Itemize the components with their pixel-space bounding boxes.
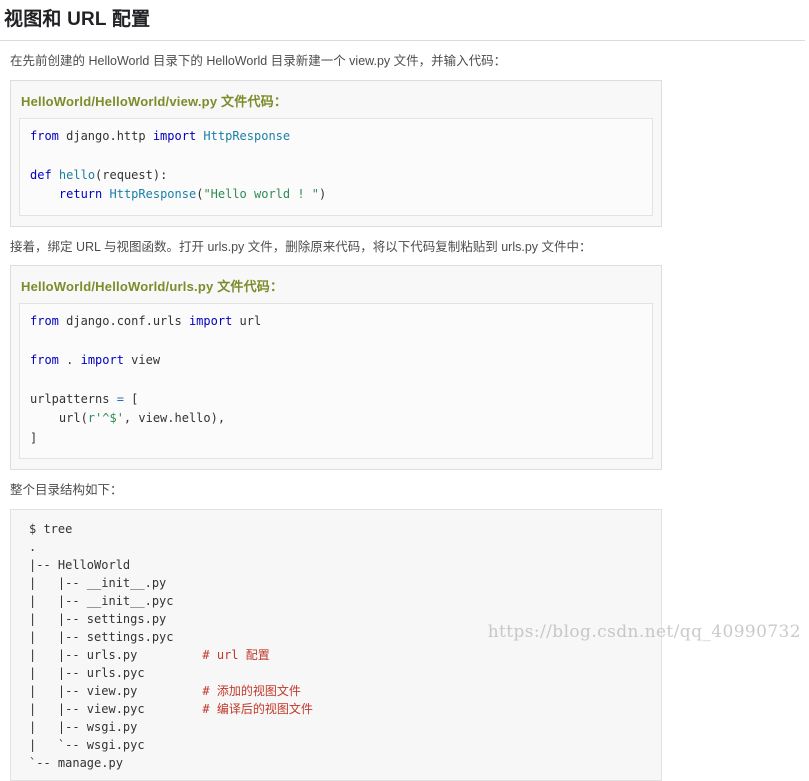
urls-code-block: HelloWorld/HelloWorld/urls.py 文件代码： from…	[10, 265, 662, 471]
tree-line: | |-- settings.py	[29, 612, 167, 627]
tree-line: |-- HelloWorld	[29, 558, 131, 573]
middle-paragraph: 接着，绑定 URL 与视图函数。打开 urls.py 文件，删除原来代码，将以下…	[10, 239, 592, 254]
urls-code-heading: HelloWorld/HelloWorld/urls.py 文件代码：	[21, 279, 284, 295]
tree-line-comment: # 添加的视图文件	[202, 684, 301, 699]
tree-paragraph: 整个目录结构如下：	[10, 483, 123, 498]
tree-line: | |-- view.py # 添加的视图文件	[29, 684, 301, 699]
document-page: 视图和 URL 配置 在先前创建的 HelloWorld 目录下的 HelloW…	[0, 0, 809, 781]
tree-line: | |-- __init__.pyc	[29, 594, 174, 609]
tree-line: | |-- settings.pyc	[29, 630, 174, 645]
urls-code-inner: from django.conf.urls import url from . …	[19, 303, 653, 460]
urls-code-text: from django.conf.urls import url from . …	[30, 314, 262, 445]
document-content: 在先前创建的 HelloWorld 目录下的 HelloWorld 目录新建一个…	[0, 41, 662, 781]
tree-output-text: $ tree. |-- HelloWorld | |-- __init__.py | …	[11, 520, 661, 772]
tree-line: `-- manage.py	[29, 756, 123, 771]
tree-line: | |-- __init__.py	[29, 576, 167, 591]
tree-line-comment: # url 配置	[202, 648, 270, 663]
tree-line: | |-- wsgi.py	[29, 720, 138, 735]
tree-output-block: $ tree. |-- HelloWorld | |-- __init__.py | …	[10, 509, 662, 781]
tree-line: $ tree	[29, 522, 73, 537]
view-code-text: from django.http import HttpResponse def…	[30, 128, 327, 202]
view-code-block: HelloWorld/HelloWorld/view.py 文件代码： from…	[10, 79, 662, 227]
tree-line: | |-- urls.py # url 配置	[29, 648, 270, 663]
page-title: 视图和 URL 配置	[4, 9, 151, 30]
tree-line-comment: # 编译后的视图文件	[202, 702, 313, 717]
tree-line: | |-- view.pyc # 编译后的视图文件	[29, 702, 313, 717]
tree-line: .	[29, 540, 37, 555]
tree-line: | `-- wsgi.pyc	[29, 738, 145, 753]
view-code-heading: HelloWorld/HelloWorld/view.py 文件代码：	[21, 93, 288, 109]
tree-line: | |-- urls.pyc	[29, 666, 145, 681]
intro-paragraph: 在先前创建的 HelloWorld 目录下的 HelloWorld 目录新建一个…	[10, 54, 507, 68]
view-code-inner: from django.http import HttpResponse def…	[19, 117, 653, 216]
